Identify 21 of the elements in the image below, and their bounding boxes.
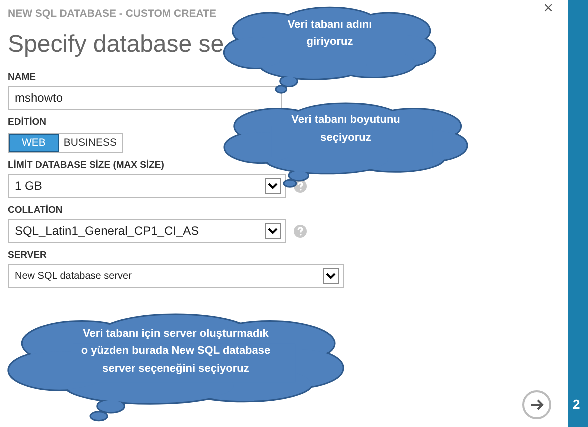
dropdown[interactable]: 1 GB: [8, 174, 286, 198]
callout-text: Veri tabanı için server oluşturmadık o yüzden burada New SQL database server seçeneğini seçiyoruz: [80, 326, 272, 377]
field-label: SERVER: [8, 250, 47, 261]
callout-text: Veri tabanı boyutunu seçiyoruz: [290, 113, 402, 146]
step-number: 2: [573, 397, 580, 412]
name-field[interactable]: mshowto: [8, 86, 282, 110]
close-button[interactable]: ×: [543, 1, 554, 16]
edition-option[interactable]: BUSINESS: [58, 134, 122, 152]
breadcrumb: NEW SQL DATABASE - CUSTOM CREATE: [8, 8, 216, 22]
page-title: Specify database se: [8, 31, 224, 59]
caret-icon: [323, 268, 339, 284]
field-label: EDİTİON: [8, 117, 47, 128]
field-label: LİMİT DATABASE SİZE (MAX SİZE): [8, 160, 164, 171]
field-label: NAME: [8, 72, 36, 83]
field-label: COLLATİON: [8, 205, 63, 216]
callout-text: Veri tabanı adını giriyoruz: [286, 18, 374, 50]
next-button[interactable]: [522, 390, 552, 420]
dropdown[interactable]: SQL_Latin1_General_CP1_CI_AS: [8, 219, 286, 243]
caret-icon: [265, 223, 281, 239]
caret-icon: [265, 178, 281, 194]
dropdown[interactable]: New SQL database server: [8, 264, 344, 288]
